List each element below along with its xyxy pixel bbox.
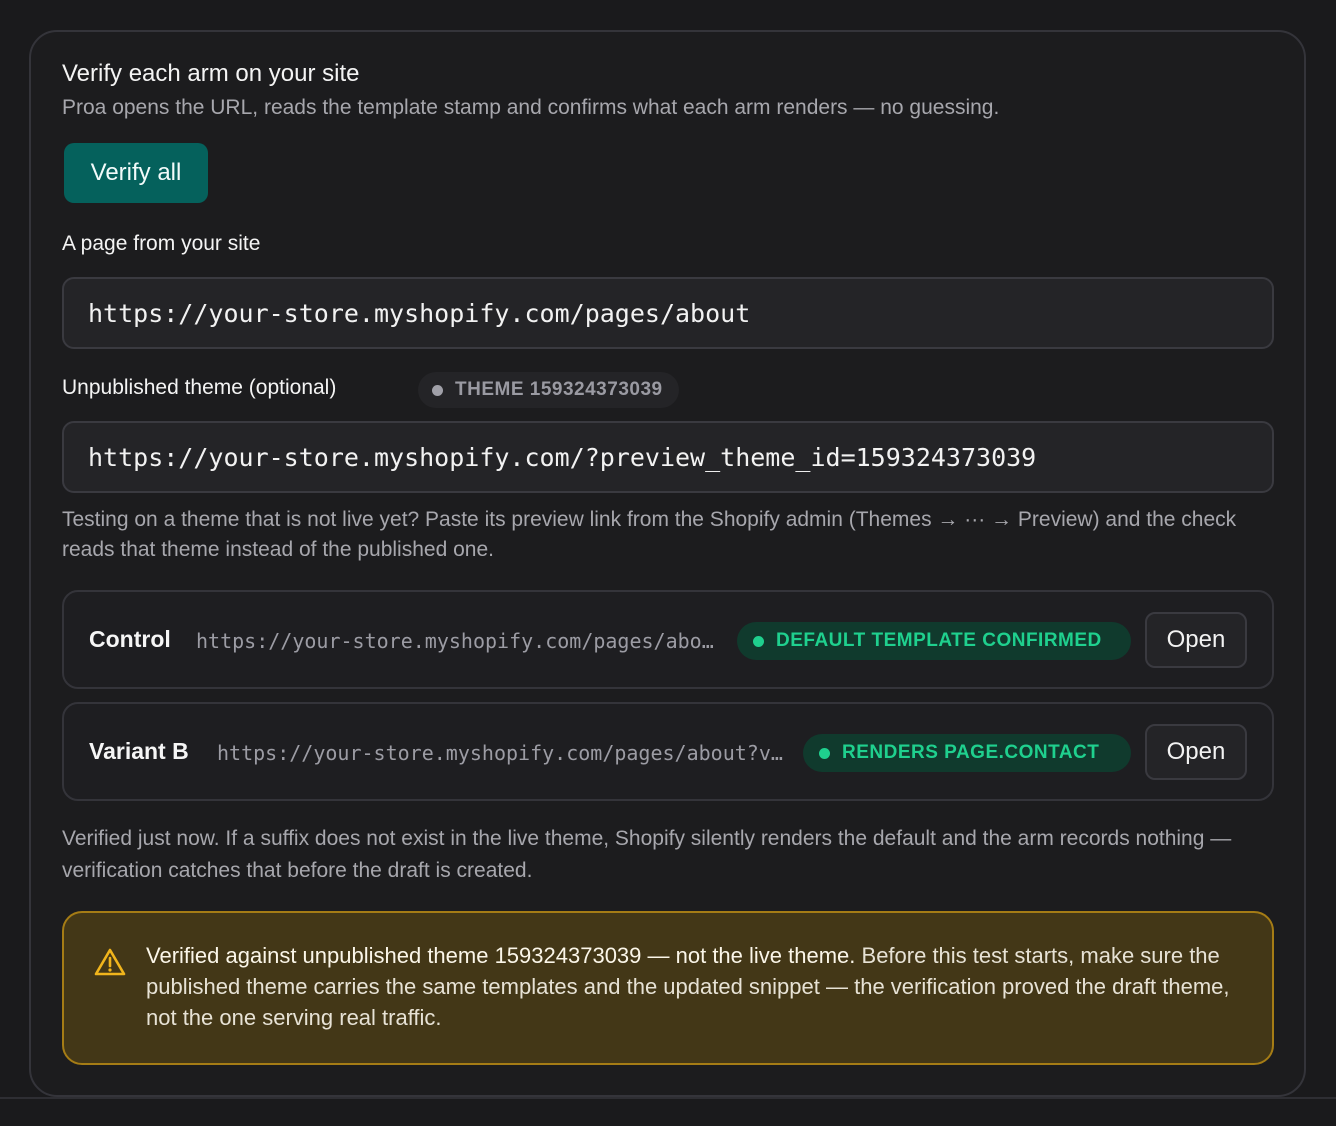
arm-name: Variant B	[89, 738, 189, 764]
page: Verify each arm on your site Proa opens …	[0, 0, 1336, 1126]
arm-url: https://your-store.myshopify.com/pages/a…	[196, 629, 716, 653]
status-dot-icon	[753, 635, 764, 647]
warning-text: Verified against unpublished theme 15932…	[146, 940, 1246, 1033]
section-subtitle: Proa opens the URL, reads the template s…	[62, 96, 1000, 119]
arm-name: Control	[89, 626, 171, 652]
page-url-label: A page from your site	[62, 232, 261, 255]
section-title: Verify each arm on your site	[62, 60, 360, 87]
warning-headline: Verified against unpublished theme 15932…	[146, 943, 856, 968]
verification-note: Verified just now. If a suffix does not …	[62, 827, 1232, 882]
arm-row-control: Control https://your-store.myshopify.com…	[62, 590, 1274, 689]
theme-id-badge: THEME 159324373039	[418, 372, 679, 408]
status-badge-text: DEFAULT TEMPLATE CONFIRMED	[776, 630, 1102, 651]
theme-url-input[interactable]	[62, 421, 1274, 493]
theme-id-badge-text: THEME 159324373039	[455, 379, 663, 400]
status-badge: DEFAULT TEMPLATE CONFIRMED	[737, 622, 1131, 660]
theme-url-label: Unpublished theme (optional)	[62, 376, 337, 399]
theme-help-text: Testing on a theme that is not live yet?…	[62, 508, 1237, 561]
badge-dot-icon	[432, 384, 443, 396]
arm-row-variant-b: Variant B https://your-store.myshopify.c…	[62, 702, 1274, 801]
status-dot-icon	[819, 747, 830, 759]
warning-triangle-icon	[94, 948, 126, 976]
bottom-divider	[0, 1097, 1336, 1099]
warning-callout: Verified against unpublished theme 15932…	[62, 911, 1274, 1065]
verify-all-button[interactable]: Verify all	[64, 143, 208, 203]
status-badge: RENDERS PAGE.CONTACT	[803, 734, 1131, 772]
open-variant-b-button[interactable]: Open	[1145, 724, 1247, 780]
page-url-input[interactable]	[62, 277, 1274, 349]
arm-url: https://your-store.myshopify.com/pages/a…	[217, 741, 789, 765]
status-badge-text: RENDERS PAGE.CONTACT	[842, 742, 1100, 763]
open-control-button[interactable]: Open	[1145, 612, 1247, 668]
